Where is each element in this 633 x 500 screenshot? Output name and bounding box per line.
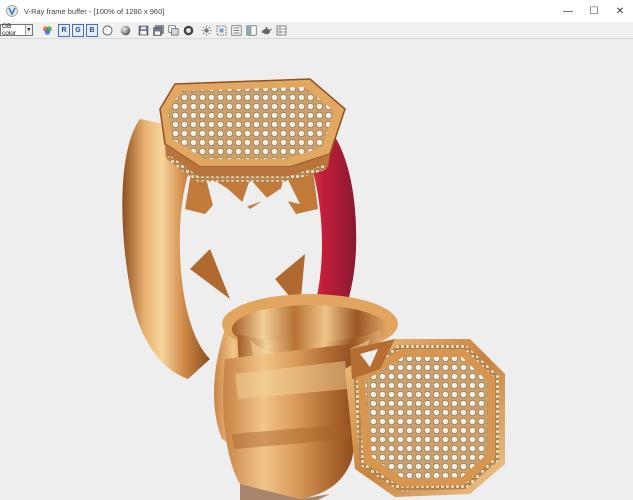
- channel-select[interactable]: GB color ▼: [0, 23, 33, 37]
- region-icon[interactable]: [215, 24, 227, 36]
- minimize-button[interactable]: —: [555, 0, 581, 22]
- maximize-button[interactable]: ☐: [581, 0, 607, 22]
- title-bar: V-Ray frame buffer - [100% of 1280 x 960…: [0, 0, 633, 22]
- save-icon[interactable]: [137, 24, 149, 36]
- window-controls: — ☐ ✕: [555, 0, 633, 22]
- window-title: V-Ray frame buffer - [100% of 1280 x 960…: [24, 6, 165, 16]
- lens-effects-icon[interactable]: [200, 24, 212, 36]
- history-icon[interactable]: [230, 24, 242, 36]
- channel-select-value: GB color: [2, 23, 17, 37]
- layers-icon[interactable]: [275, 24, 287, 36]
- chevron-down-icon[interactable]: ▼: [24, 25, 32, 35]
- mono-circle-icon[interactable]: [101, 24, 113, 36]
- green-channel-button[interactable]: G: [72, 23, 84, 37]
- render-image: [122, 78, 505, 500]
- vfb-toolbar: GB color ▼ R G B: [0, 22, 633, 39]
- save-all-icon[interactable]: [152, 24, 164, 36]
- close-button[interactable]: ✕: [607, 0, 633, 22]
- blue-channel-button[interactable]: B: [86, 23, 98, 37]
- render-viewport[interactable]: [0, 39, 633, 500]
- rgb-channels-icon[interactable]: [41, 24, 53, 36]
- vray-app-icon: [5, 4, 19, 18]
- compare-icon[interactable]: [245, 24, 257, 36]
- clone-icon[interactable]: [167, 24, 179, 36]
- color-picker-icon[interactable]: [182, 24, 194, 36]
- teapot-icon[interactable]: [260, 24, 272, 36]
- ring-front: [214, 294, 505, 500]
- red-channel-button[interactable]: R: [58, 23, 70, 37]
- sphere-icon[interactable]: [119, 24, 131, 36]
